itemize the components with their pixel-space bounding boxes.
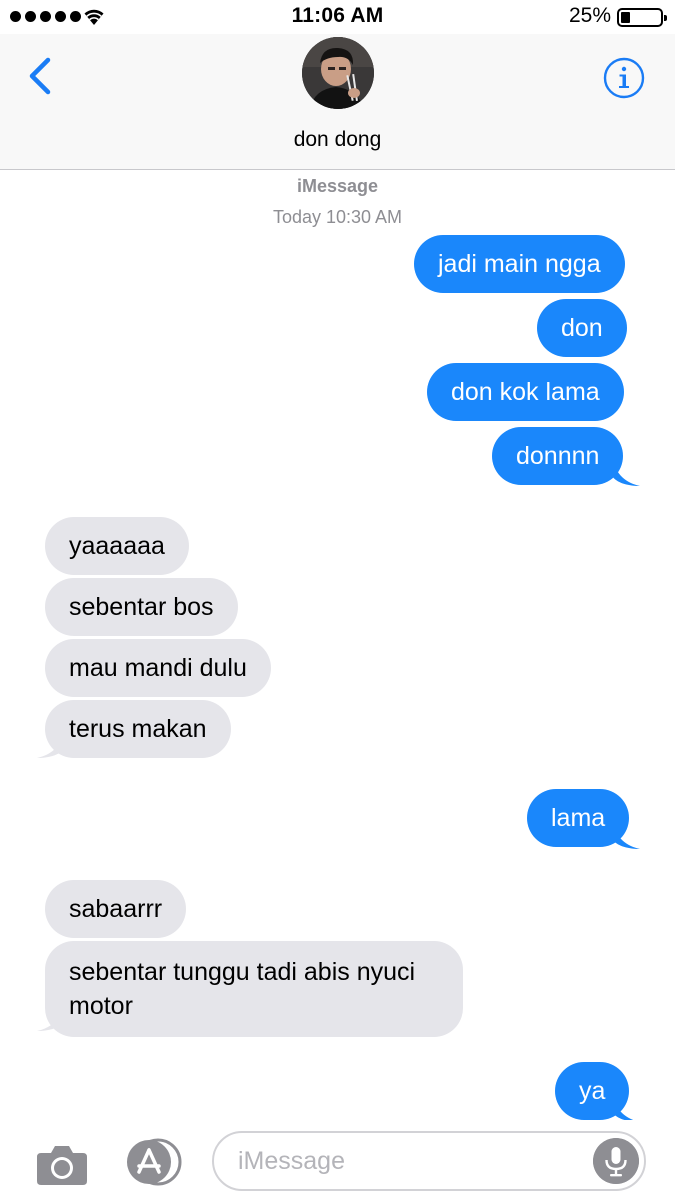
received-message-bubble[interactable]: sebentar tunggu tadi abis nyuci motor	[45, 941, 463, 1037]
message-input-bar	[0, 1120, 675, 1200]
microphone-icon[interactable]	[593, 1138, 639, 1184]
message-field	[212, 1131, 646, 1191]
sent-message-bubble[interactable]: don kok lama	[427, 363, 624, 421]
camera-icon[interactable]	[35, 1139, 89, 1187]
contact-name[interactable]: don dong	[0, 128, 675, 152]
info-icon[interactable]	[603, 57, 645, 99]
battery-icon	[617, 8, 667, 27]
received-message-bubble[interactable]: sabaarrr	[45, 880, 187, 938]
sent-message-bubble[interactable]: jadi main ngga	[414, 235, 625, 293]
sent-message-bubble[interactable]: donnnn	[492, 427, 624, 485]
received-message-bubble[interactable]: sebentar bos	[45, 578, 238, 636]
received-message-bubble[interactable]: terus makan	[45, 700, 231, 758]
service-label: iMessage	[296, 176, 379, 196]
received-message-bubble[interactable]: mau mandi dulu	[45, 639, 271, 697]
conversation-timestamp: Today 10:30 AM	[272, 207, 403, 227]
received-message-bubble[interactable]: yaaaaaa	[45, 517, 189, 575]
chevron-left-icon[interactable]	[22, 54, 58, 98]
sent-message-bubble[interactable]: lama	[527, 789, 630, 847]
conversation-header: don dong	[0, 34, 675, 170]
message-input[interactable]	[238, 1139, 578, 1183]
sent-message-bubble[interactable]: ya	[555, 1062, 630, 1120]
app-store-icon[interactable]	[122, 1138, 186, 1186]
contact-avatar[interactable]	[302, 37, 374, 109]
battery-percentage: 25%	[568, 4, 611, 27]
status-bar: 11:06 AM 25%	[0, 0, 675, 34]
sent-message-bubble[interactable]: don	[537, 299, 627, 357]
